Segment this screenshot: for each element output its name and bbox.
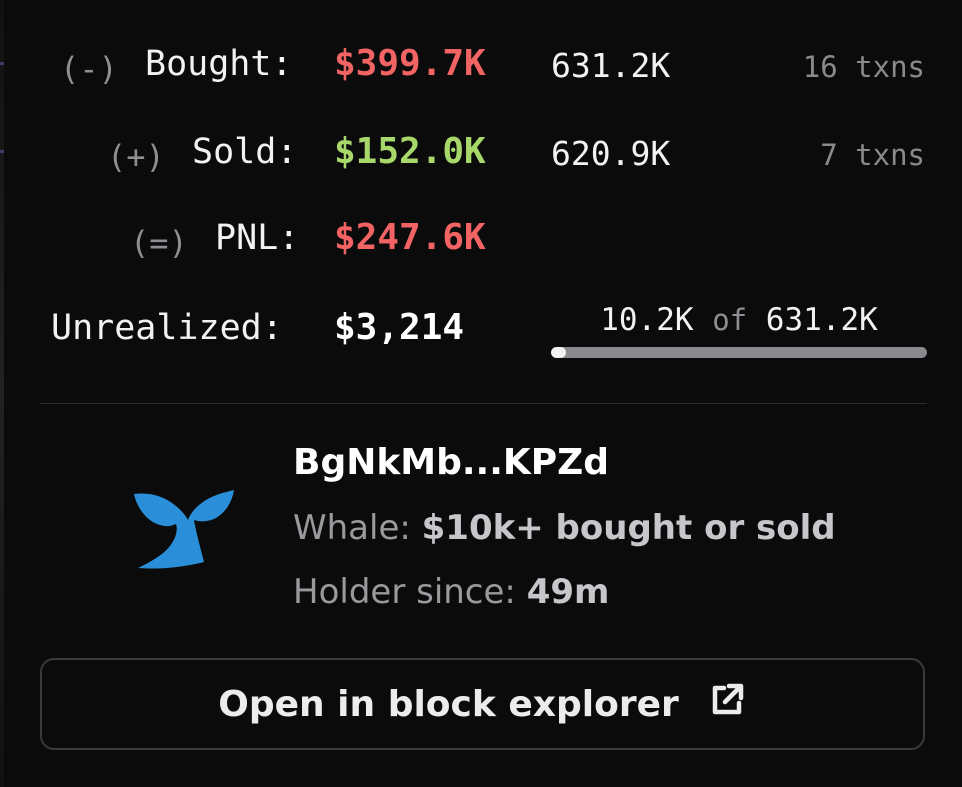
unrealized-label: Unrealized: bbox=[51, 308, 283, 348]
whale-label: Whale: bbox=[293, 508, 411, 548]
holder-since-value: 49m bbox=[526, 572, 610, 612]
bought-tokens: 631.2K bbox=[551, 46, 671, 85]
held-amount: 10.2K bbox=[600, 302, 694, 338]
sold-row: (+) Sold: $152.0K 620.9K 7 txns bbox=[0, 124, 962, 184]
whale-tail-icon bbox=[130, 480, 240, 580]
sold-txns: 7 txns bbox=[820, 138, 925, 172]
pnl-amount: $247.6K bbox=[334, 217, 486, 258]
plus-sign: (+) bbox=[107, 138, 165, 176]
holder-since-label: Holder since: bbox=[293, 572, 516, 612]
holder-since-info: Holder since: 49m bbox=[293, 572, 609, 612]
pnl-row: (=) PNL: $247.6K bbox=[0, 210, 962, 270]
divider bbox=[40, 403, 927, 404]
bought-label: Bought: bbox=[145, 44, 293, 84]
of-word: of bbox=[712, 303, 748, 337]
open-block-explorer-label: Open in block explorer bbox=[218, 683, 679, 725]
bought-row: (-) Bought: $399.7K 631.2K 16 txns bbox=[0, 36, 962, 96]
open-block-explorer-button[interactable]: Open in block explorer bbox=[40, 658, 925, 750]
minus-sign: (-) bbox=[60, 50, 118, 88]
left-edge-strip bbox=[0, 0, 4, 787]
wallet-address: BgNkMb...KPZd bbox=[293, 442, 610, 483]
unrealized-amount: $3,214 bbox=[334, 307, 465, 348]
whale-info: Whale: $10k+ bought or sold bbox=[293, 508, 836, 548]
sold-label: Sold: bbox=[192, 132, 298, 172]
bought-amount: $399.7K bbox=[334, 43, 486, 84]
sold-tokens: 620.9K bbox=[551, 134, 671, 173]
external-link-icon bbox=[707, 680, 747, 729]
sold-amount: $152.0K bbox=[334, 131, 486, 172]
total-amount: 631.2K bbox=[765, 302, 878, 338]
bought-txns: 16 txns bbox=[802, 50, 925, 84]
pnl-label: PNL: bbox=[215, 218, 300, 258]
holding-progress-bar bbox=[551, 347, 927, 358]
equals-sign: (=) bbox=[130, 224, 188, 262]
holding-progress-fill bbox=[551, 347, 567, 358]
whale-value: $10k+ bought or sold bbox=[421, 508, 836, 548]
holding-readout: 10.2K of 631.2K bbox=[551, 302, 927, 338]
